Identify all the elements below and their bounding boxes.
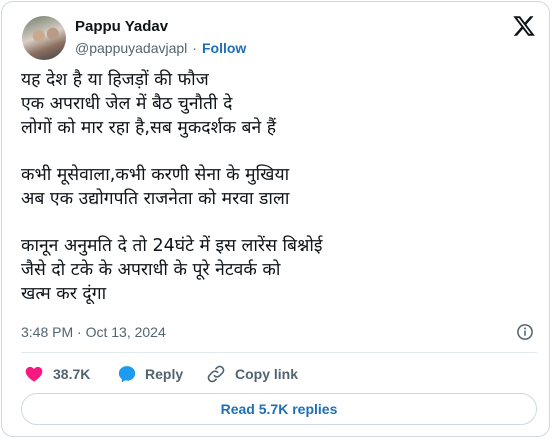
copy-link-button[interactable]: Copy link <box>206 364 298 384</box>
tweet-line: एक अपराधी जेल में बैठ चुनौती दे <box>21 94 233 114</box>
tweet-line: लोगों को मार रहा है,सब मुकदर्शक बने हैं <box>21 118 277 138</box>
like-count: 38.7K <box>53 366 91 382</box>
like-button[interactable]: 38.7K <box>24 364 90 384</box>
timestamp[interactable]: 3:48 PM · Oct 13, 2024 <box>21 324 166 340</box>
separator-dot: · <box>192 40 197 56</box>
follow-button[interactable]: Follow <box>202 40 246 56</box>
x-logo-icon[interactable] <box>512 14 536 38</box>
tweet-text: यह देश है या हिजड़ों की फौज एक अपराधी जेल… <box>21 68 531 306</box>
tweet-line: जैसे दो टके के अपराधी के पूरे नेटवर्क को <box>21 260 281 280</box>
author-name[interactable]: Pappu Yadav <box>75 18 168 35</box>
avatar[interactable] <box>22 16 66 60</box>
tweet-line: अब एक उद्योगपति राजनेता को मरवा डाला <box>21 189 290 209</box>
tweet-card: Pappu Yadav @pappuyadavjapl · Follow यह दे… <box>1 1 550 437</box>
author-handle[interactable]: @pappuyadavjapl <box>75 40 187 56</box>
copy-link-label: Copy link <box>235 366 299 382</box>
reply-button[interactable]: Reply <box>117 364 183 384</box>
author-handle-row: @pappuyadavjapl · Follow <box>75 40 246 56</box>
tweet-line: यह देश है या हिजड़ों की फौज <box>21 70 209 90</box>
divider <box>21 352 537 353</box>
heart-icon <box>25 366 43 382</box>
tweet-line: कभी मूसेवाला,कभी करणी सेना के मुखिया <box>21 165 290 185</box>
read-replies-button[interactable]: Read 5.7K replies <box>21 393 537 425</box>
tweet-line: कानून अनुमति दे तो 24घंटे में इस लारेंस … <box>21 236 323 256</box>
info-icon[interactable] <box>516 323 534 341</box>
tweet-line: खत्म कर दूंगा <box>21 284 107 304</box>
speech-bubble-icon <box>118 366 136 383</box>
reply-label: Reply <box>145 366 184 382</box>
link-icon <box>207 365 225 383</box>
